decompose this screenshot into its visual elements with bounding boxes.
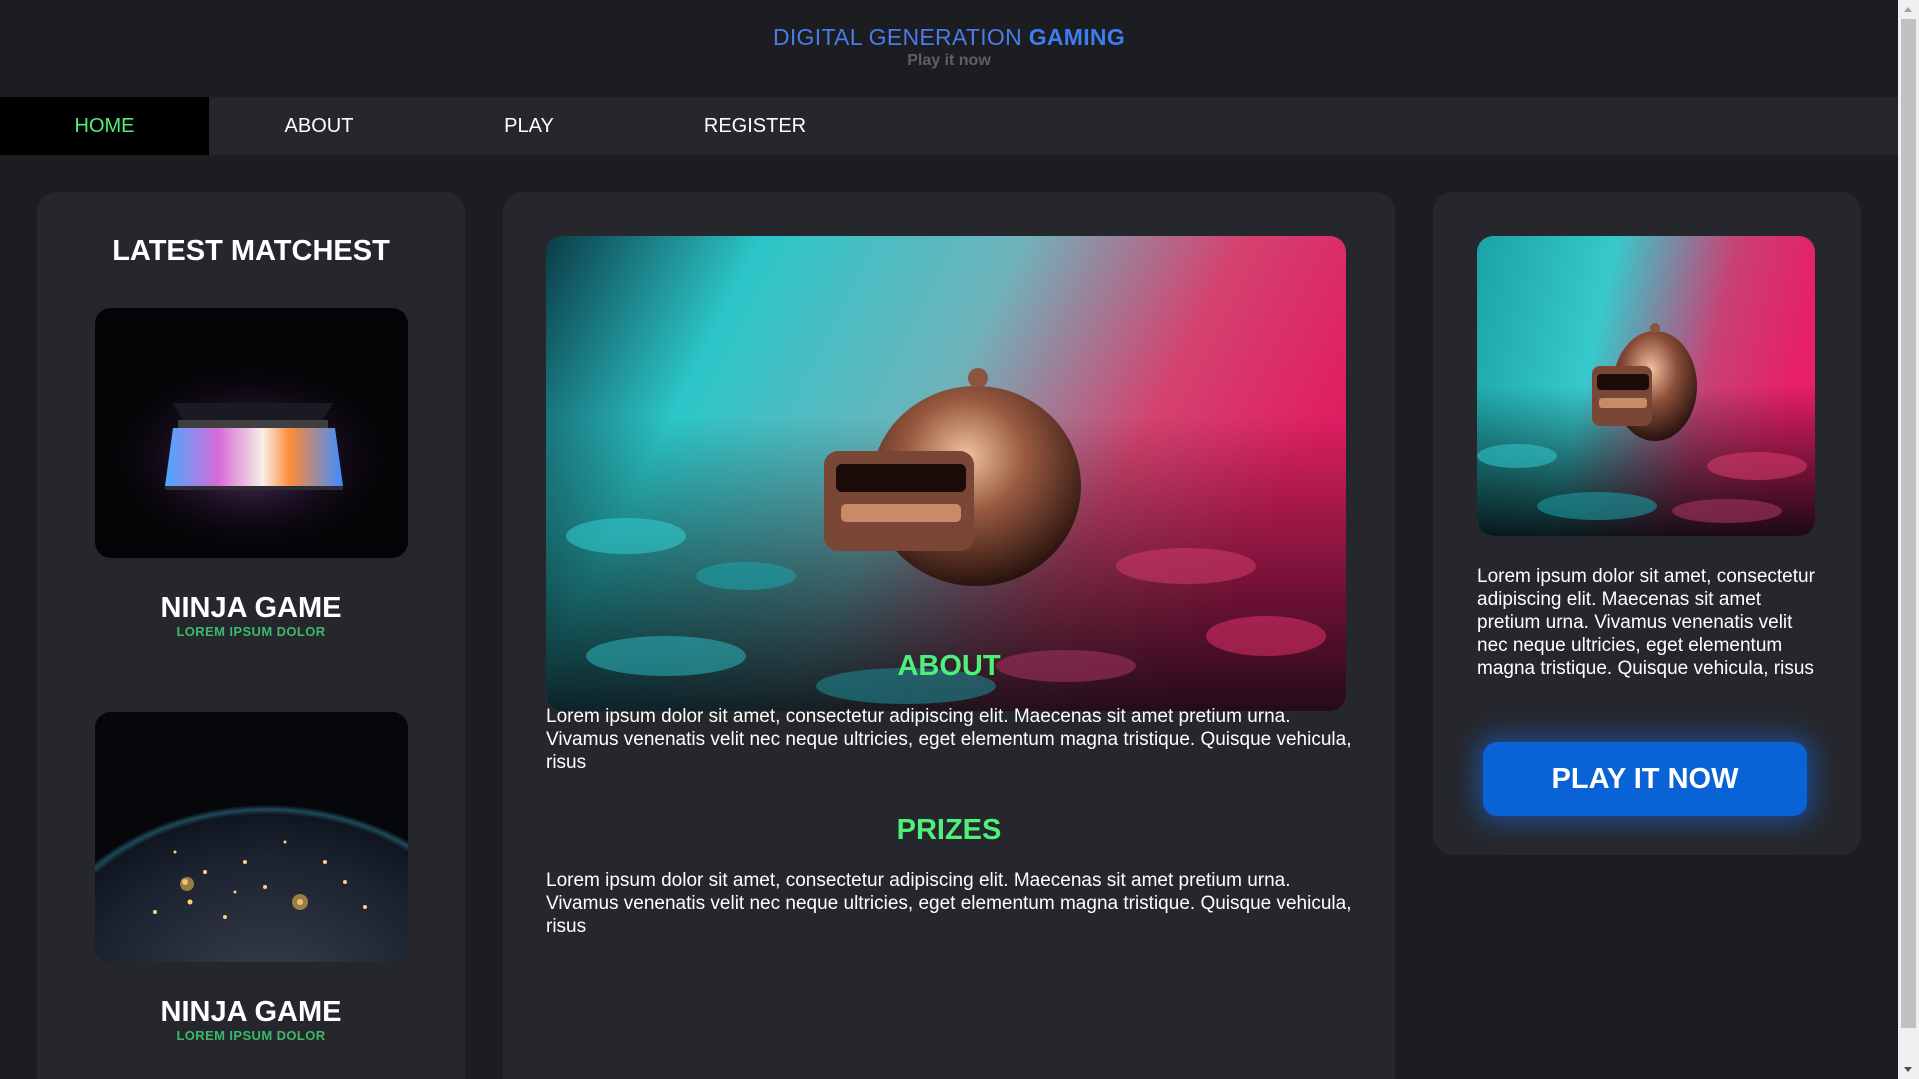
prizes-text: Lorem ipsum dolor sit amet, consectetur … [546,870,1352,937]
game-subtitle: LOREM IPSUM DOLOR [176,624,326,639]
game-thumbnail-laptop[interactable] [95,308,408,558]
brand-text-bold: GAMING [1028,24,1126,50]
scroll-up-arrow-icon[interactable] [1898,0,1919,18]
brand-text: DIGITAL GENERATION [772,24,1029,50]
nav-register[interactable]: REGISTER [629,97,881,155]
nav-home[interactable]: HOME [0,97,209,155]
latest-matches-panel: LATEST MATCHEST NINJA GAME LOREM IPSUM D… [37,192,465,1079]
game-thumbnail-earth[interactable] [95,712,408,962]
nav-play[interactable]: PLAY [429,97,629,155]
game-title[interactable]: NINJA GAME [37,592,465,625]
helmet-image-small [1477,236,1815,536]
helmet-image [546,236,1346,711]
play-it-now-button[interactable]: PLAY IT NOW [1483,742,1807,816]
vertical-scrollbar[interactable] [1898,0,1919,1079]
nav-about[interactable]: ABOUT [209,97,429,155]
site-header: DIGITAL GENERATION GAMING Play it now [0,0,1898,97]
play-panel: Lorem ipsum dolor sit amet, consectetur … [1433,192,1861,855]
play-image [1477,236,1815,536]
prizes-heading: PRIZES [896,814,1002,846]
laptop-image [95,308,408,558]
main-content-panel: ABOUT Lorem ipsum dolor sit amet, consec… [503,192,1395,1079]
about-text: Lorem ipsum dolor sit amet, consectetur … [546,706,1352,773]
earth-image [95,712,408,962]
page: DIGITAL GENERATION GAMING Play it now HO… [0,0,1898,1079]
site-logo[interactable]: DIGITAL GENERATION GAMING [0,24,1898,51]
scroll-down-arrow-icon[interactable] [1898,1061,1919,1079]
scrollbar-thumb[interactable] [1901,19,1916,1028]
latest-matches-heading: LATEST MATCHEST [112,235,390,267]
hero-image [546,236,1346,711]
game-subtitle: LOREM IPSUM DOLOR [176,1028,326,1043]
game-title[interactable]: NINJA GAME [37,996,465,1029]
main-nav: HOME ABOUT PLAY REGISTER [0,97,1898,155]
about-heading: ABOUT [897,650,1001,682]
play-description: Lorem ipsum dolor sit amet, consectetur … [1477,566,1815,679]
site-tagline: Play it now [907,52,991,69]
